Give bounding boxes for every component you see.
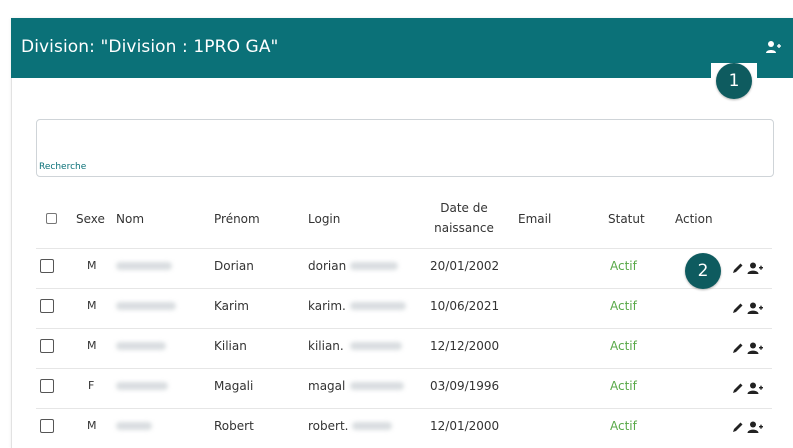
user-plus-icon[interactable]: [747, 421, 763, 433]
row-checkbox[interactable]: [40, 259, 54, 273]
redacted-login: [352, 422, 392, 430]
row-divider: [36, 368, 772, 369]
row-status: Actif: [610, 259, 637, 273]
col-header-action: Action: [675, 212, 713, 226]
row-login: magal: [308, 379, 346, 393]
row-date: 03/09/1996: [430, 379, 500, 393]
col-header-email[interactable]: Email: [518, 209, 551, 229]
select-all-checkbox[interactable]: [46, 213, 57, 224]
row-divider: [36, 408, 772, 409]
row-status: Actif: [610, 339, 637, 353]
row-sexe: M: [87, 259, 97, 272]
row-login: robert.: [308, 419, 349, 433]
step-badge-1: 1: [716, 63, 752, 99]
search-field[interactable]: Recherche: [36, 119, 774, 177]
row-divider: [36, 328, 772, 329]
redacted-nom: [116, 422, 152, 430]
col-header-prenom[interactable]: Prénom: [214, 209, 260, 229]
redacted-login: [350, 262, 398, 270]
row-sexe: M: [87, 299, 97, 312]
redacted-nom: [116, 342, 166, 350]
row-date: 12/12/2000: [430, 339, 500, 353]
row-divider: [36, 288, 772, 289]
search-label: Recherche: [39, 162, 87, 172]
user-plus-icon[interactable]: [747, 302, 763, 314]
row-status: Actif: [610, 379, 637, 393]
row-checkbox[interactable]: [40, 379, 54, 393]
col-header-date[interactable]: Date de naissance: [428, 198, 500, 238]
row-date: 12/01/2000: [430, 419, 500, 433]
row-login: dorian: [308, 259, 347, 273]
row-sexe: M: [87, 339, 97, 352]
row-checkbox[interactable]: [40, 339, 54, 353]
col-header-nom[interactable]: Nom: [116, 209, 144, 229]
redacted-nom: [116, 302, 176, 310]
redacted-login: [350, 302, 406, 310]
col-header-date-line2: naissance: [434, 221, 494, 235]
page-title: Division: "Division : 1PRO GA": [21, 37, 279, 57]
row-checkbox[interactable]: [40, 419, 54, 433]
col-header-sexe[interactable]: Sexe: [76, 209, 105, 229]
edit-pencil-icon[interactable]: [732, 342, 744, 354]
row-date: 20/01/2002: [430, 259, 500, 273]
row-prenom: Robert: [214, 419, 254, 433]
edit-pencil-icon[interactable]: [732, 262, 744, 274]
user-plus-icon[interactable]: [765, 40, 781, 54]
row-sexe: F: [88, 379, 95, 392]
row-login: karim.: [308, 299, 346, 313]
row-prenom: Magali: [214, 379, 254, 393]
row-login: kilian.: [308, 339, 344, 353]
redacted-nom: [116, 382, 168, 390]
user-plus-icon[interactable]: [747, 382, 763, 394]
row-checkbox[interactable]: [40, 299, 54, 313]
row-prenom: Dorian: [214, 259, 254, 273]
col-header-date-line1: Date de: [440, 201, 488, 215]
row-status: Actif: [610, 419, 637, 433]
edit-pencil-icon[interactable]: [732, 382, 744, 394]
row-sexe: M: [87, 419, 97, 432]
header-divider: [36, 248, 772, 249]
redacted-nom: [116, 262, 172, 270]
col-header-login[interactable]: Login: [308, 209, 340, 229]
row-prenom: Kilian: [214, 339, 247, 353]
redacted-login: [350, 342, 402, 350]
col-header-statut[interactable]: Statut: [608, 209, 645, 229]
row-date: 10/06/2021: [430, 299, 500, 313]
division-header: Division: "Division : 1PRO GA": [11, 18, 793, 78]
user-plus-icon[interactable]: [747, 262, 763, 274]
row-prenom: Karim: [214, 299, 249, 313]
row-status: Actif: [610, 299, 637, 313]
edit-pencil-icon[interactable]: [732, 421, 744, 433]
step-badge-2: 2: [685, 253, 721, 289]
user-plus-icon[interactable]: [747, 342, 763, 354]
redacted-login: [350, 382, 404, 390]
edit-pencil-icon[interactable]: [732, 302, 744, 314]
